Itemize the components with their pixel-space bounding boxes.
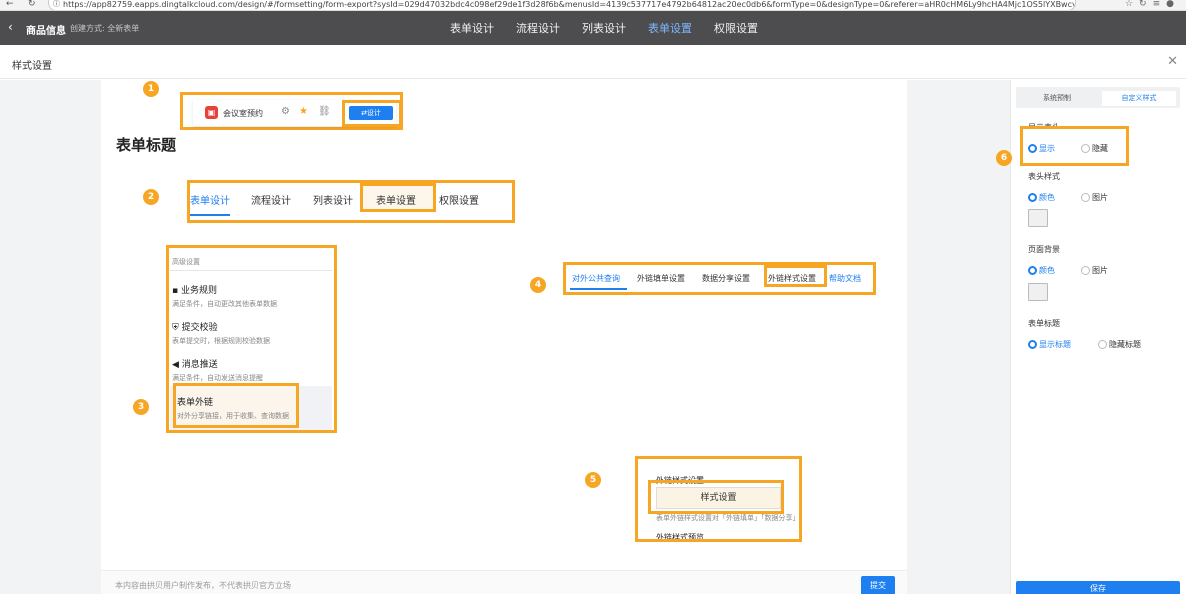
active-tab-underline xyxy=(190,214,230,216)
tab-form-settings[interactable]: 表单设置 xyxy=(648,20,692,36)
link-icon[interactable]: ⛓ xyxy=(318,106,331,117)
advanced-item-submit-check[interactable]: ⛨ 提交校验 表单提交时，根据规则校验数据 xyxy=(172,320,270,346)
toolbar-app-name: 会议室预约 xyxy=(223,109,263,118)
radio-show-title[interactable]: 显示标题 xyxy=(1028,339,1071,350)
link-tab-share-settings[interactable]: 数据分享设置 xyxy=(702,273,750,284)
document-icon: ▪ xyxy=(172,286,181,296)
form-tab-list[interactable]: 列表设计 xyxy=(313,192,353,207)
link-tab-style-settings[interactable]: 外链样式设置 xyxy=(768,273,816,284)
app-tabs: 表单设计 流程设计 列表设计 表单设置 权限设置 xyxy=(450,20,780,36)
seg-custom[interactable]: 自定义样式 xyxy=(1102,91,1176,106)
link-tab-help-docs[interactable]: 帮助文档 xyxy=(829,273,861,284)
refresh-icon[interactable]: ↻ xyxy=(28,0,36,9)
form-title-label: 表单标题 xyxy=(1028,319,1060,328)
dialog-header: 样式设置 ✕ xyxy=(0,45,1186,79)
advanced-item-name: 消息推送 xyxy=(181,360,218,370)
radio-header-color[interactable]: 颜色 xyxy=(1028,192,1055,203)
form-title: 表单标题 xyxy=(116,136,177,154)
browser-tools-icon[interactable]: ☆↻≡● xyxy=(1125,0,1180,9)
close-icon[interactable]: ✕ xyxy=(1167,54,1178,69)
tab-flow-design[interactable]: 流程设计 xyxy=(516,20,560,36)
form-tab-permission[interactable]: 权限设置 xyxy=(439,192,479,207)
page-bg-label: 页面背景 xyxy=(1028,245,1060,254)
advanced-item-desc: 表单提交时，根据规则校验数据 xyxy=(172,337,270,345)
form-tab-settings[interactable]: 表单设置 xyxy=(376,192,416,207)
url-text: https://app82759.eapps.dingtalkcloud.com… xyxy=(63,0,1076,9)
bg-color-swatch[interactable] xyxy=(1028,283,1048,301)
app-logo-icon: ▣ xyxy=(205,106,218,119)
marker-5: 5 xyxy=(585,472,601,488)
advanced-title: 高级设置 xyxy=(172,258,200,266)
advanced-item-name: 表单外链 xyxy=(177,398,214,408)
advanced-item-name: 提交校验 xyxy=(181,323,218,333)
shield-icon: ⛨ xyxy=(172,323,182,333)
create-mode: 创建方式: 全新表单 xyxy=(70,24,140,33)
chevron-left-icon[interactable]: ‹ xyxy=(8,20,13,34)
app-name: 商品信息 xyxy=(26,26,66,37)
advanced-item-name: 业务规则 xyxy=(180,286,217,296)
advanced-item-desc: 满足条件，自动更改其他表单数据 xyxy=(172,300,277,308)
header-style-label: 表头样式 xyxy=(1028,172,1060,181)
form-tab-design[interactable]: 表单设计 xyxy=(190,192,230,207)
form-tab-flow[interactable]: 流程设计 xyxy=(251,192,291,207)
highlight-box-design xyxy=(342,100,402,127)
marker-2: 2 xyxy=(143,189,159,205)
tab-form-design[interactable]: 表单设计 xyxy=(450,20,494,36)
advanced-item-business-rule[interactable]: ▪ 业务规则 满足条件，自动更改其他表单数据 xyxy=(172,283,277,309)
submit-button[interactable]: 提交 xyxy=(861,576,895,594)
marker-1: 1 xyxy=(143,81,159,97)
marker-6: 6 xyxy=(996,150,1012,166)
advanced-item-message-push[interactable]: ◀ 消息推送 满足条件，自动发送消息提醒 xyxy=(172,357,263,383)
active-tab-underline xyxy=(570,288,627,290)
radio-header-image[interactable]: 图片 xyxy=(1081,192,1108,203)
link-tab-fill-settings[interactable]: 外链填单设置 xyxy=(637,273,685,284)
header-color-swatch[interactable] xyxy=(1028,209,1048,227)
speaker-icon: ◀ xyxy=(172,360,182,370)
highlight-box-style-button xyxy=(648,480,784,514)
link-tab-public-query[interactable]: 对外公共查询 xyxy=(572,273,620,284)
lock-icon: ⓘ xyxy=(53,0,60,8)
style-mode-switch: 系统预制 自定义样式 xyxy=(1016,87,1180,108)
browser-toolbar: ← ↻ ⓘ https://app82759.eapps.dingtalkclo… xyxy=(0,0,1186,11)
marker-3: 3 xyxy=(133,399,149,415)
tab-permission-settings[interactable]: 权限设置 xyxy=(714,20,758,36)
gear-icon[interactable]: ⚙ xyxy=(281,106,290,117)
advanced-item-form-link[interactable]: 表单外链 对外分享链接，用于收集、查询数据 xyxy=(177,395,289,421)
seg-preset[interactable]: 系统预制 xyxy=(1020,91,1094,106)
radio-bg-color[interactable]: 颜色 xyxy=(1028,265,1055,276)
radio-bg-image[interactable]: 图片 xyxy=(1081,265,1108,276)
highlight-box-6 xyxy=(1020,126,1129,166)
advanced-item-desc: 对外分享链接，用于收集、查询数据 xyxy=(177,412,289,420)
address-bar[interactable]: ⓘ https://app82759.eapps.dingtalkcloud.c… xyxy=(48,0,1076,10)
preview-footer: 本内容由拱贝用户制作发布，不代表拱贝官方立场 提交 xyxy=(101,570,907,594)
divider xyxy=(170,270,332,271)
back-arrow-icon[interactable]: ← xyxy=(6,0,14,9)
radio-hide-title[interactable]: 隐藏标题 xyxy=(1098,339,1141,350)
tab-list-design[interactable]: 列表设计 xyxy=(582,20,626,36)
marker-4: 4 xyxy=(530,277,546,293)
star-icon[interactable]: ★ xyxy=(299,106,308,117)
advanced-item-desc: 满足条件，自动发送消息提醒 xyxy=(172,374,263,382)
save-button[interactable]: 保存 xyxy=(1016,581,1180,594)
footer-note: 本内容由拱贝用户制作发布，不代表拱贝官方立场 xyxy=(115,581,291,590)
dialog-title: 样式设置 xyxy=(12,61,52,72)
app-header: ‹ 商品信息 创建方式: 全新表单 表单设计 流程设计 列表设计 表单设置 权限… xyxy=(0,11,1186,45)
